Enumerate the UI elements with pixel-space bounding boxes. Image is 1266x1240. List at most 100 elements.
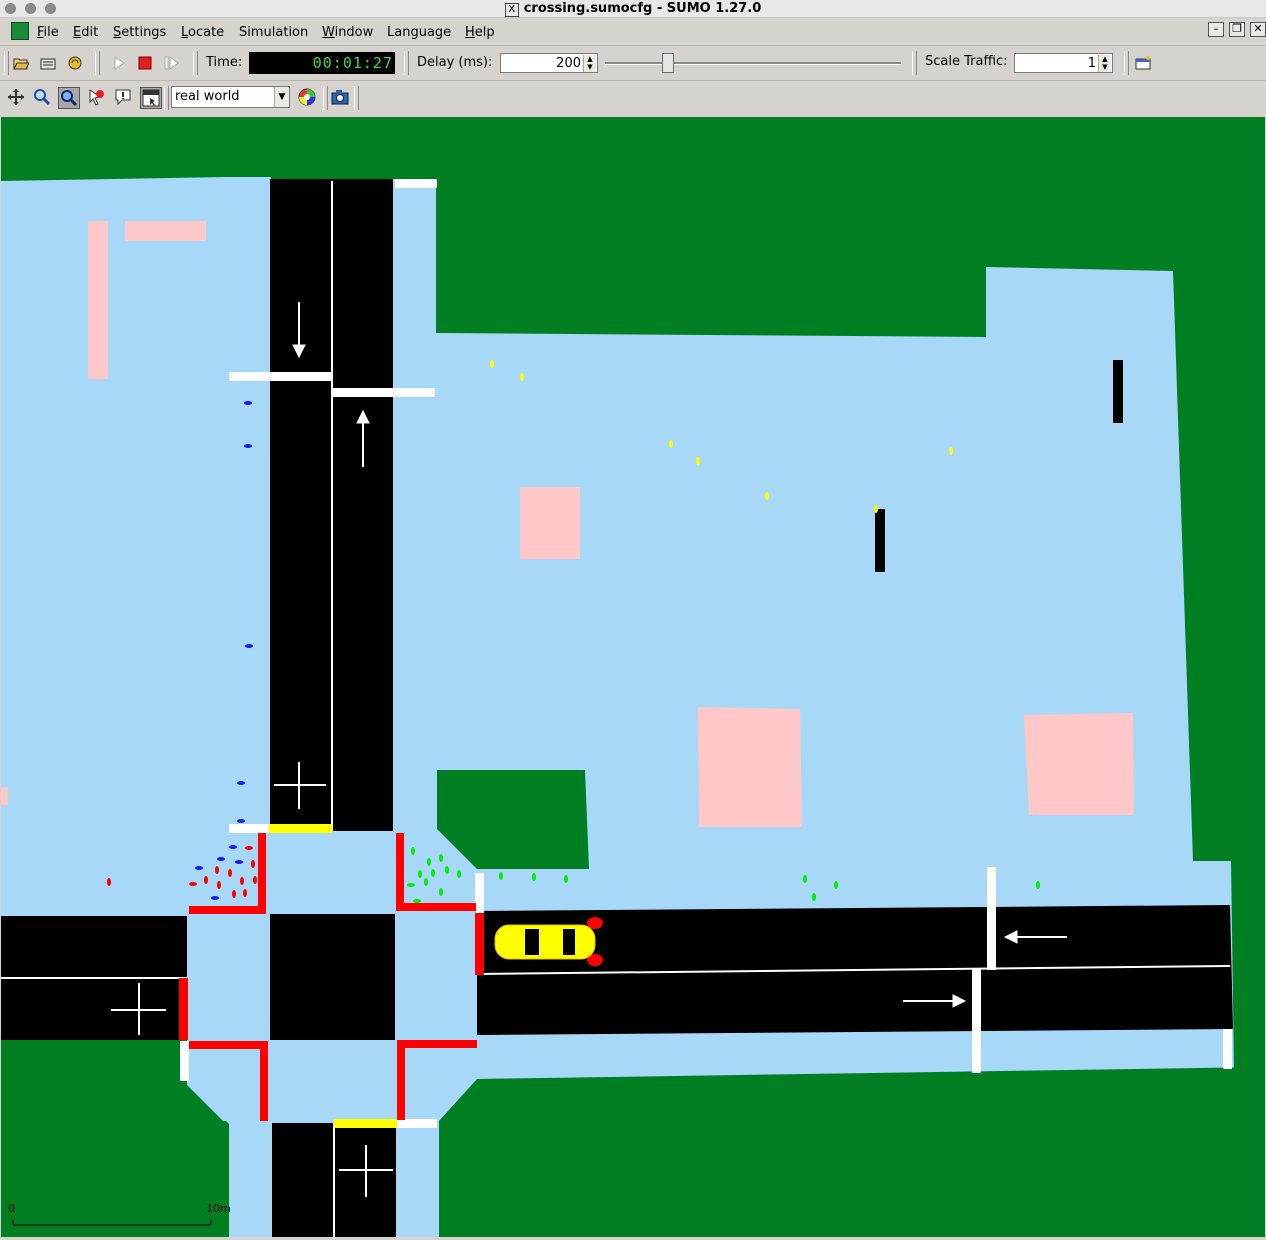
stop-line [180, 1041, 189, 1081]
delay-spin-arrows-icon[interactable]: ▲ ▼ [583, 55, 596, 72]
menu-locate[interactable]: Locate [181, 25, 224, 40]
scale-traffic-label: Scale Traffic: [925, 54, 1008, 69]
pedestrian [245, 846, 253, 850]
crossing [396, 903, 476, 911]
menu-edit-label: Edit [73, 25, 99, 40]
step-icon[interactable] [162, 53, 182, 73]
stop-line [972, 969, 981, 1073]
new-view-icon[interactable] [1133, 53, 1153, 73]
reload-icon[interactable] [65, 53, 85, 73]
pole [875, 509, 885, 572]
delay-slider-thumb[interactable] [662, 53, 674, 73]
toolbar-grip[interactable] [1124, 51, 1129, 75]
pedestrian [244, 444, 252, 448]
pedestrian [490, 360, 494, 368]
menu-simulation[interactable]: Simulation [239, 25, 308, 40]
intersection-core [270, 914, 395, 1040]
network-view[interactable]: 0 10m [1, 117, 1265, 1237]
pedestrian [499, 872, 503, 880]
menu-help[interactable]: Help [465, 25, 495, 40]
crossing [397, 1040, 477, 1048]
pedestrian [439, 854, 443, 862]
scale-bar-start-label: 0 [8, 1202, 15, 1215]
zoom-icon[interactable] [32, 87, 52, 107]
menu-edit[interactable]: Edit [73, 25, 98, 40]
pedestrian [229, 845, 237, 849]
crossing [189, 1041, 267, 1049]
scale-bar: 0 10m [8, 1202, 231, 1226]
select-icon[interactable] [86, 87, 106, 107]
mdi-restore-button[interactable]: ❐ [1229, 22, 1245, 37]
toolbar-grip[interactable] [193, 51, 198, 75]
scale-traffic-spinner[interactable]: 1 ▲ ▼ [1014, 53, 1113, 73]
toolbar-grip[interactable] [95, 51, 100, 75]
pedestrian [1036, 881, 1040, 889]
simulation-toolbar: Time: 00:01:27 Delay (ms): 200 ▲ ▼ Scale … [0, 46, 1266, 81]
pedestrian [240, 877, 244, 885]
stop-line [475, 873, 484, 913]
stop-line-yellow [269, 824, 332, 833]
pedestrian [407, 883, 415, 887]
pedestrian [520, 373, 524, 381]
open-network-icon[interactable] [38, 53, 58, 73]
chevron-down-icon[interactable]: ▼ [274, 87, 289, 107]
delay-value: 200 [556, 56, 581, 71]
recenter-icon[interactable] [6, 87, 26, 107]
stop-line-yellow [334, 1119, 397, 1128]
pedestrian [195, 866, 203, 870]
stop-line [397, 1119, 437, 1128]
delay-spinner[interactable]: 200 ▲ ▼ [500, 53, 598, 73]
pedestrian [874, 505, 878, 513]
stop-icon[interactable] [135, 53, 155, 73]
additional-icon[interactable] [113, 87, 133, 107]
toolbar-grip[interactable] [404, 51, 409, 75]
pedestrian [228, 869, 232, 877]
menu-file[interactable]: File [37, 25, 59, 40]
pedestrian [803, 875, 807, 883]
pedestrian [696, 457, 700, 465]
toolbar-grip[interactable] [323, 86, 328, 110]
color-scheme-select[interactable]: real world ▼ [171, 86, 290, 108]
menu-bar: File Edit Settings Locate Simulation Win… [0, 18, 1266, 46]
pedestrian [217, 857, 225, 861]
screenshot-camera-icon[interactable] [330, 87, 350, 107]
locate-icon[interactable] [58, 87, 80, 109]
pedestrian [765, 492, 769, 500]
pedestrian [217, 881, 221, 889]
menu-window[interactable]: Window [322, 25, 373, 40]
pedestrian [189, 882, 197, 886]
toolbar-grip[interactable] [354, 86, 359, 110]
run-icon[interactable] [109, 53, 129, 73]
pedestrian [232, 890, 236, 898]
menu-language[interactable]: Language [387, 25, 451, 40]
pedestrian [424, 878, 428, 886]
time-label: Time: [206, 55, 243, 70]
stop-line [332, 388, 435, 397]
open-file-icon[interactable] [11, 53, 31, 73]
menu-file-label: File [37, 25, 59, 40]
scale-spin-arrows-icon[interactable]: ▲ ▼ [1098, 55, 1111, 72]
crossing [475, 913, 484, 975]
menu-settings[interactable]: Settings [113, 25, 166, 40]
pedestrian [812, 893, 816, 901]
vehicle-body [494, 924, 596, 960]
menu-locate-label: Locate [181, 25, 225, 40]
delay-slider-track[interactable] [605, 62, 901, 65]
toolbar-grip[interactable] [164, 86, 169, 110]
view-toolbar: real world ▼ [0, 81, 1266, 115]
building [88, 221, 108, 379]
menu-settings-label: Settings [113, 25, 167, 40]
simulation-view-canvas[interactable]: 0 10m [1, 117, 1265, 1237]
toolbar-grip[interactable] [4, 51, 9, 75]
pedestrian [215, 866, 219, 874]
pedestrian [251, 860, 255, 868]
scale-bar-end-label: 10m [206, 1202, 231, 1215]
mdi-close-button[interactable]: ✕ [1250, 22, 1266, 37]
toolbar-grip[interactable] [912, 51, 917, 75]
crossing [179, 978, 188, 1040]
pole [1113, 360, 1123, 423]
menu-icon[interactable] [140, 87, 162, 109]
edit-coloring-icon[interactable] [297, 87, 317, 107]
se-grass [439, 1067, 1265, 1237]
mdi-minimize-button[interactable]: – [1208, 22, 1224, 37]
